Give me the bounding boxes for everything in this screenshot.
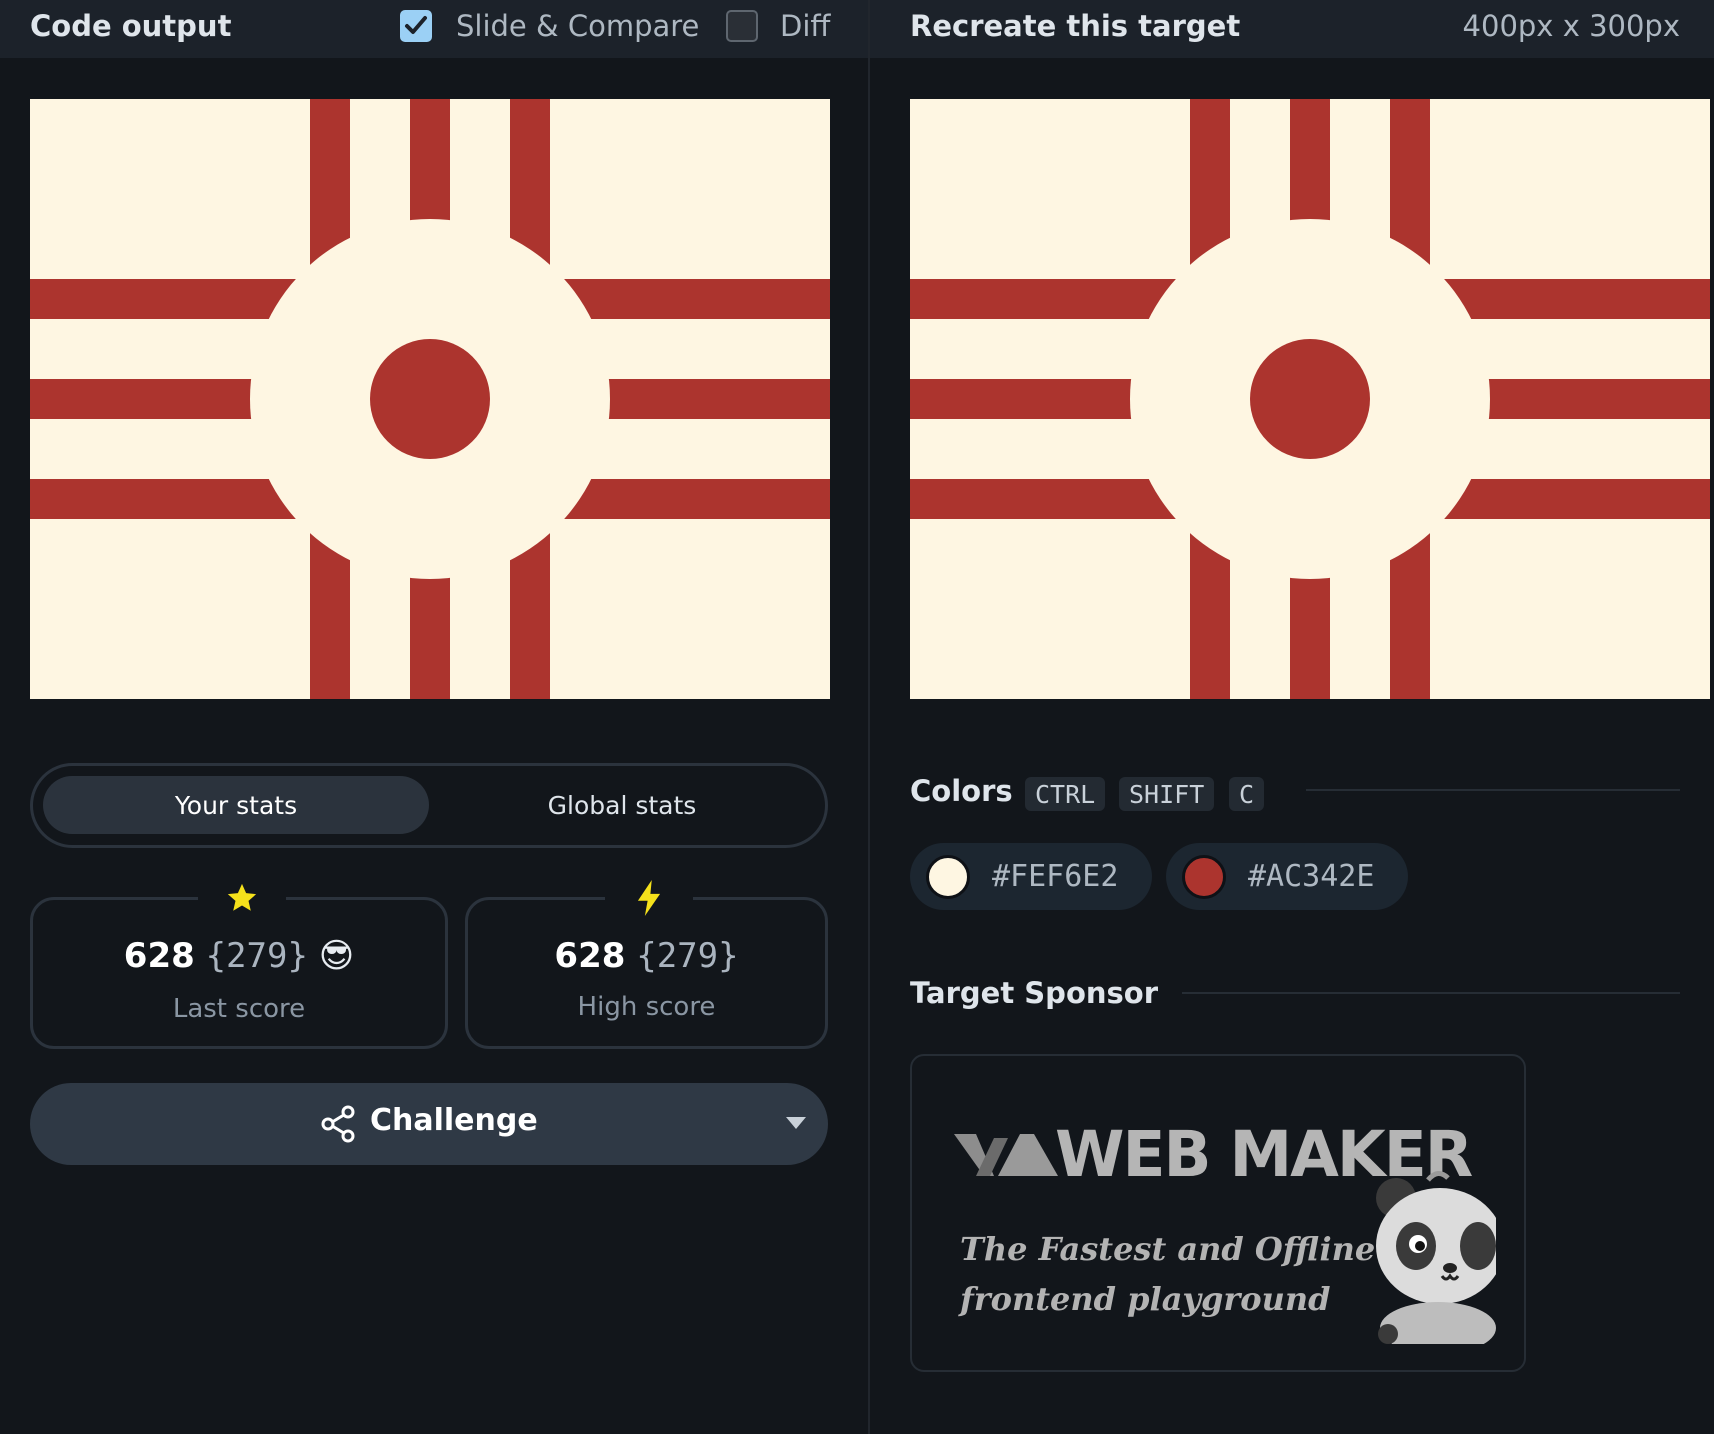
color-hex-red: #AC342E bbox=[1248, 859, 1375, 894]
sponsor-banner[interactable]: WEB MAKER The Fastest and Offline fronte… bbox=[910, 1054, 1526, 1372]
color-dot-cream bbox=[926, 854, 970, 899]
code-output-title: Code output bbox=[30, 9, 232, 43]
last-score-number: 628 bbox=[123, 936, 195, 976]
shortcut-key-c: C bbox=[1229, 777, 1265, 811]
target-artwork bbox=[910, 99, 1710, 699]
code-output-panel: Code output Slide & Compare Diff Your st… bbox=[0, 0, 868, 1434]
code-output-header: Code output Slide & Compare Diff bbox=[0, 0, 868, 58]
webmaker-logo-mark-icon bbox=[954, 1134, 1058, 1176]
high-score-card: 628 {279} High score bbox=[465, 872, 828, 1049]
colors-heading: Colors bbox=[910, 774, 1013, 808]
challenge-label: Challenge bbox=[370, 1103, 538, 1138]
tab-global-stats[interactable]: Global stats bbox=[429, 776, 815, 834]
challenge-button[interactable]: Challenge bbox=[30, 1083, 828, 1165]
shortcut-key-shift: SHIFT bbox=[1119, 777, 1215, 811]
high-score-number: 628 bbox=[554, 936, 626, 976]
tab-your-stats[interactable]: Your stats bbox=[43, 776, 429, 834]
sponsor-tagline-line2: frontend playground bbox=[960, 1280, 1331, 1318]
high-score-sub: {279} bbox=[636, 936, 739, 976]
last-score-sub: {279} bbox=[205, 936, 308, 976]
color-hex-cream: #FEF6E2 bbox=[992, 859, 1119, 894]
slide-compare-label[interactable]: Slide & Compare bbox=[456, 9, 699, 43]
target-panel: Recreate this target 400px x 300px Color… bbox=[870, 0, 1714, 1434]
color-swatch-red[interactable]: #AC342E bbox=[1166, 843, 1408, 910]
stats-tabs: Your stats Global stats bbox=[30, 763, 828, 848]
sponsor-rule bbox=[1182, 992, 1680, 994]
last-score-value: 628 {279} 😎 bbox=[33, 936, 445, 976]
sponsor-heading: Target Sponsor bbox=[910, 976, 1159, 1010]
color-swatch-cream[interactable]: #FEF6E2 bbox=[910, 843, 1152, 910]
shortcut-key-ctrl: CTRL bbox=[1025, 777, 1106, 811]
last-score-card: 628 {279} 😎 Last score bbox=[30, 872, 448, 1049]
code-output-preview[interactable] bbox=[30, 99, 830, 699]
share-icon bbox=[321, 1105, 355, 1143]
last-score-label: Last score bbox=[172, 994, 306, 1024]
high-score-label: High score bbox=[577, 992, 716, 1022]
diff-label[interactable]: Diff bbox=[780, 9, 830, 43]
target-dimensions: 400px x 300px bbox=[1462, 9, 1680, 43]
panda-mascot-icon bbox=[1376, 1171, 1496, 1344]
output-artwork bbox=[30, 99, 830, 699]
sunglasses-emoji-icon: 😎 bbox=[318, 936, 355, 976]
diff-checkbox[interactable] bbox=[726, 10, 758, 42]
target-preview[interactable] bbox=[910, 99, 1710, 699]
color-dot-red bbox=[1182, 854, 1226, 899]
colors-rule bbox=[1306, 789, 1680, 791]
slide-compare-checkbox[interactable] bbox=[400, 10, 432, 42]
lightning-icon bbox=[605, 872, 693, 924]
chevron-down-icon[interactable] bbox=[786, 1117, 806, 1129]
high-score-value: 628 {279} bbox=[468, 936, 825, 976]
star-icon bbox=[198, 872, 286, 924]
checkmark-icon bbox=[405, 16, 427, 34]
target-header: Recreate this target 400px x 300px bbox=[870, 0, 1714, 58]
target-title: Recreate this target bbox=[910, 9, 1241, 43]
sponsor-tagline-line1: The Fastest and Offline bbox=[960, 1230, 1376, 1268]
